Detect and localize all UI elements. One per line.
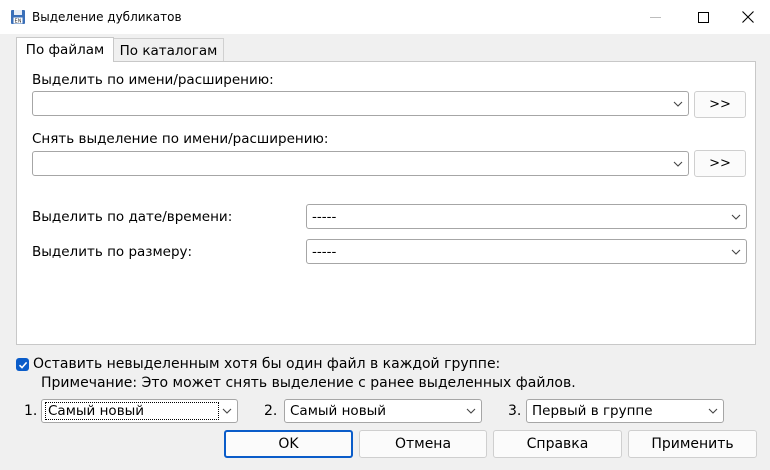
select-by-date-combo[interactable]: ----- [306, 204, 747, 229]
chevron-down-icon [731, 249, 741, 255]
apply-button-label: Применить [651, 436, 734, 452]
tab-by-folders-label: По каталогам [119, 42, 218, 59]
chevron-down-icon [222, 408, 232, 414]
deselect-by-name-apply-label: >> [709, 156, 731, 171]
deselect-by-name-label: Снять выделение по имени/расширению: [32, 131, 329, 147]
cancel-button[interactable]: Отмена [359, 430, 487, 458]
deselect-by-name-apply-button[interactable]: >> [694, 150, 746, 177]
select-by-name-apply-button[interactable]: >> [694, 91, 746, 118]
tab-by-folders[interactable]: По каталогам [114, 38, 224, 62]
criterion-2-index: 2. [264, 403, 278, 419]
maximize-icon [697, 11, 709, 23]
criterion-2-combo[interactable]: Самый новый [284, 399, 482, 423]
select-by-name-combo[interactable] [32, 91, 689, 116]
criterion-3-combo[interactable]: Первый в группе [526, 399, 724, 423]
floppy-disk-icon: EN [11, 10, 25, 25]
chevron-down-icon [708, 408, 718, 414]
criterion-1-index: 1. [24, 403, 38, 419]
select-by-size-label: Выделить по размеру: [32, 244, 193, 260]
window-title: Выделение дубликатов [32, 10, 182, 24]
chevron-down-icon [466, 408, 476, 414]
help-button[interactable]: Справка [493, 430, 622, 458]
keep-one-note: Примечание: Это может снять выделение с … [41, 375, 576, 391]
criterion-1-value: Самый новый [45, 402, 219, 420]
help-button-label: Справка [526, 436, 589, 452]
deselect-by-name-combo[interactable] [32, 151, 689, 176]
criterion-2-value: Самый новый [290, 403, 387, 419]
cancel-button-label: Отмена [394, 436, 452, 452]
checkmark-icon [18, 361, 27, 369]
chevron-down-icon [673, 161, 683, 167]
minimize-button[interactable] [632, 0, 678, 34]
criterion-3-value: Первый в группе [532, 403, 653, 419]
tab-by-files[interactable]: По файлам [16, 37, 114, 62]
tab-by-files-label: По файлам [25, 42, 105, 58]
svg-text:EN: EN [15, 19, 22, 25]
minimize-icon [649, 16, 661, 18]
chevron-down-icon [731, 214, 741, 220]
apply-button[interactable]: Применить [628, 430, 757, 458]
close-icon [742, 11, 754, 23]
ok-button[interactable]: OK [224, 430, 353, 458]
select-by-size-combo[interactable]: ----- [306, 239, 747, 264]
select-by-date-value: ----- [312, 208, 337, 225]
select-by-name-label: Выделить по имени/расширению: [32, 72, 274, 88]
chevron-down-icon [673, 101, 683, 107]
criterion-1-combo[interactable]: Самый новый [41, 399, 238, 423]
select-by-size-value: ----- [312, 243, 337, 260]
criterion-3-index: 3. [508, 403, 522, 419]
keep-one-checkbox[interactable] [16, 358, 29, 371]
ok-button-label: OK [278, 436, 299, 452]
select-by-date-label: Выделить по дате/времени: [32, 209, 233, 225]
select-by-name-apply-label: >> [709, 97, 731, 112]
maximize-button[interactable] [680, 0, 726, 34]
close-button[interactable] [725, 0, 770, 34]
keep-one-label[interactable]: Оставить невыделенным хотя бы один файл … [33, 356, 500, 372]
